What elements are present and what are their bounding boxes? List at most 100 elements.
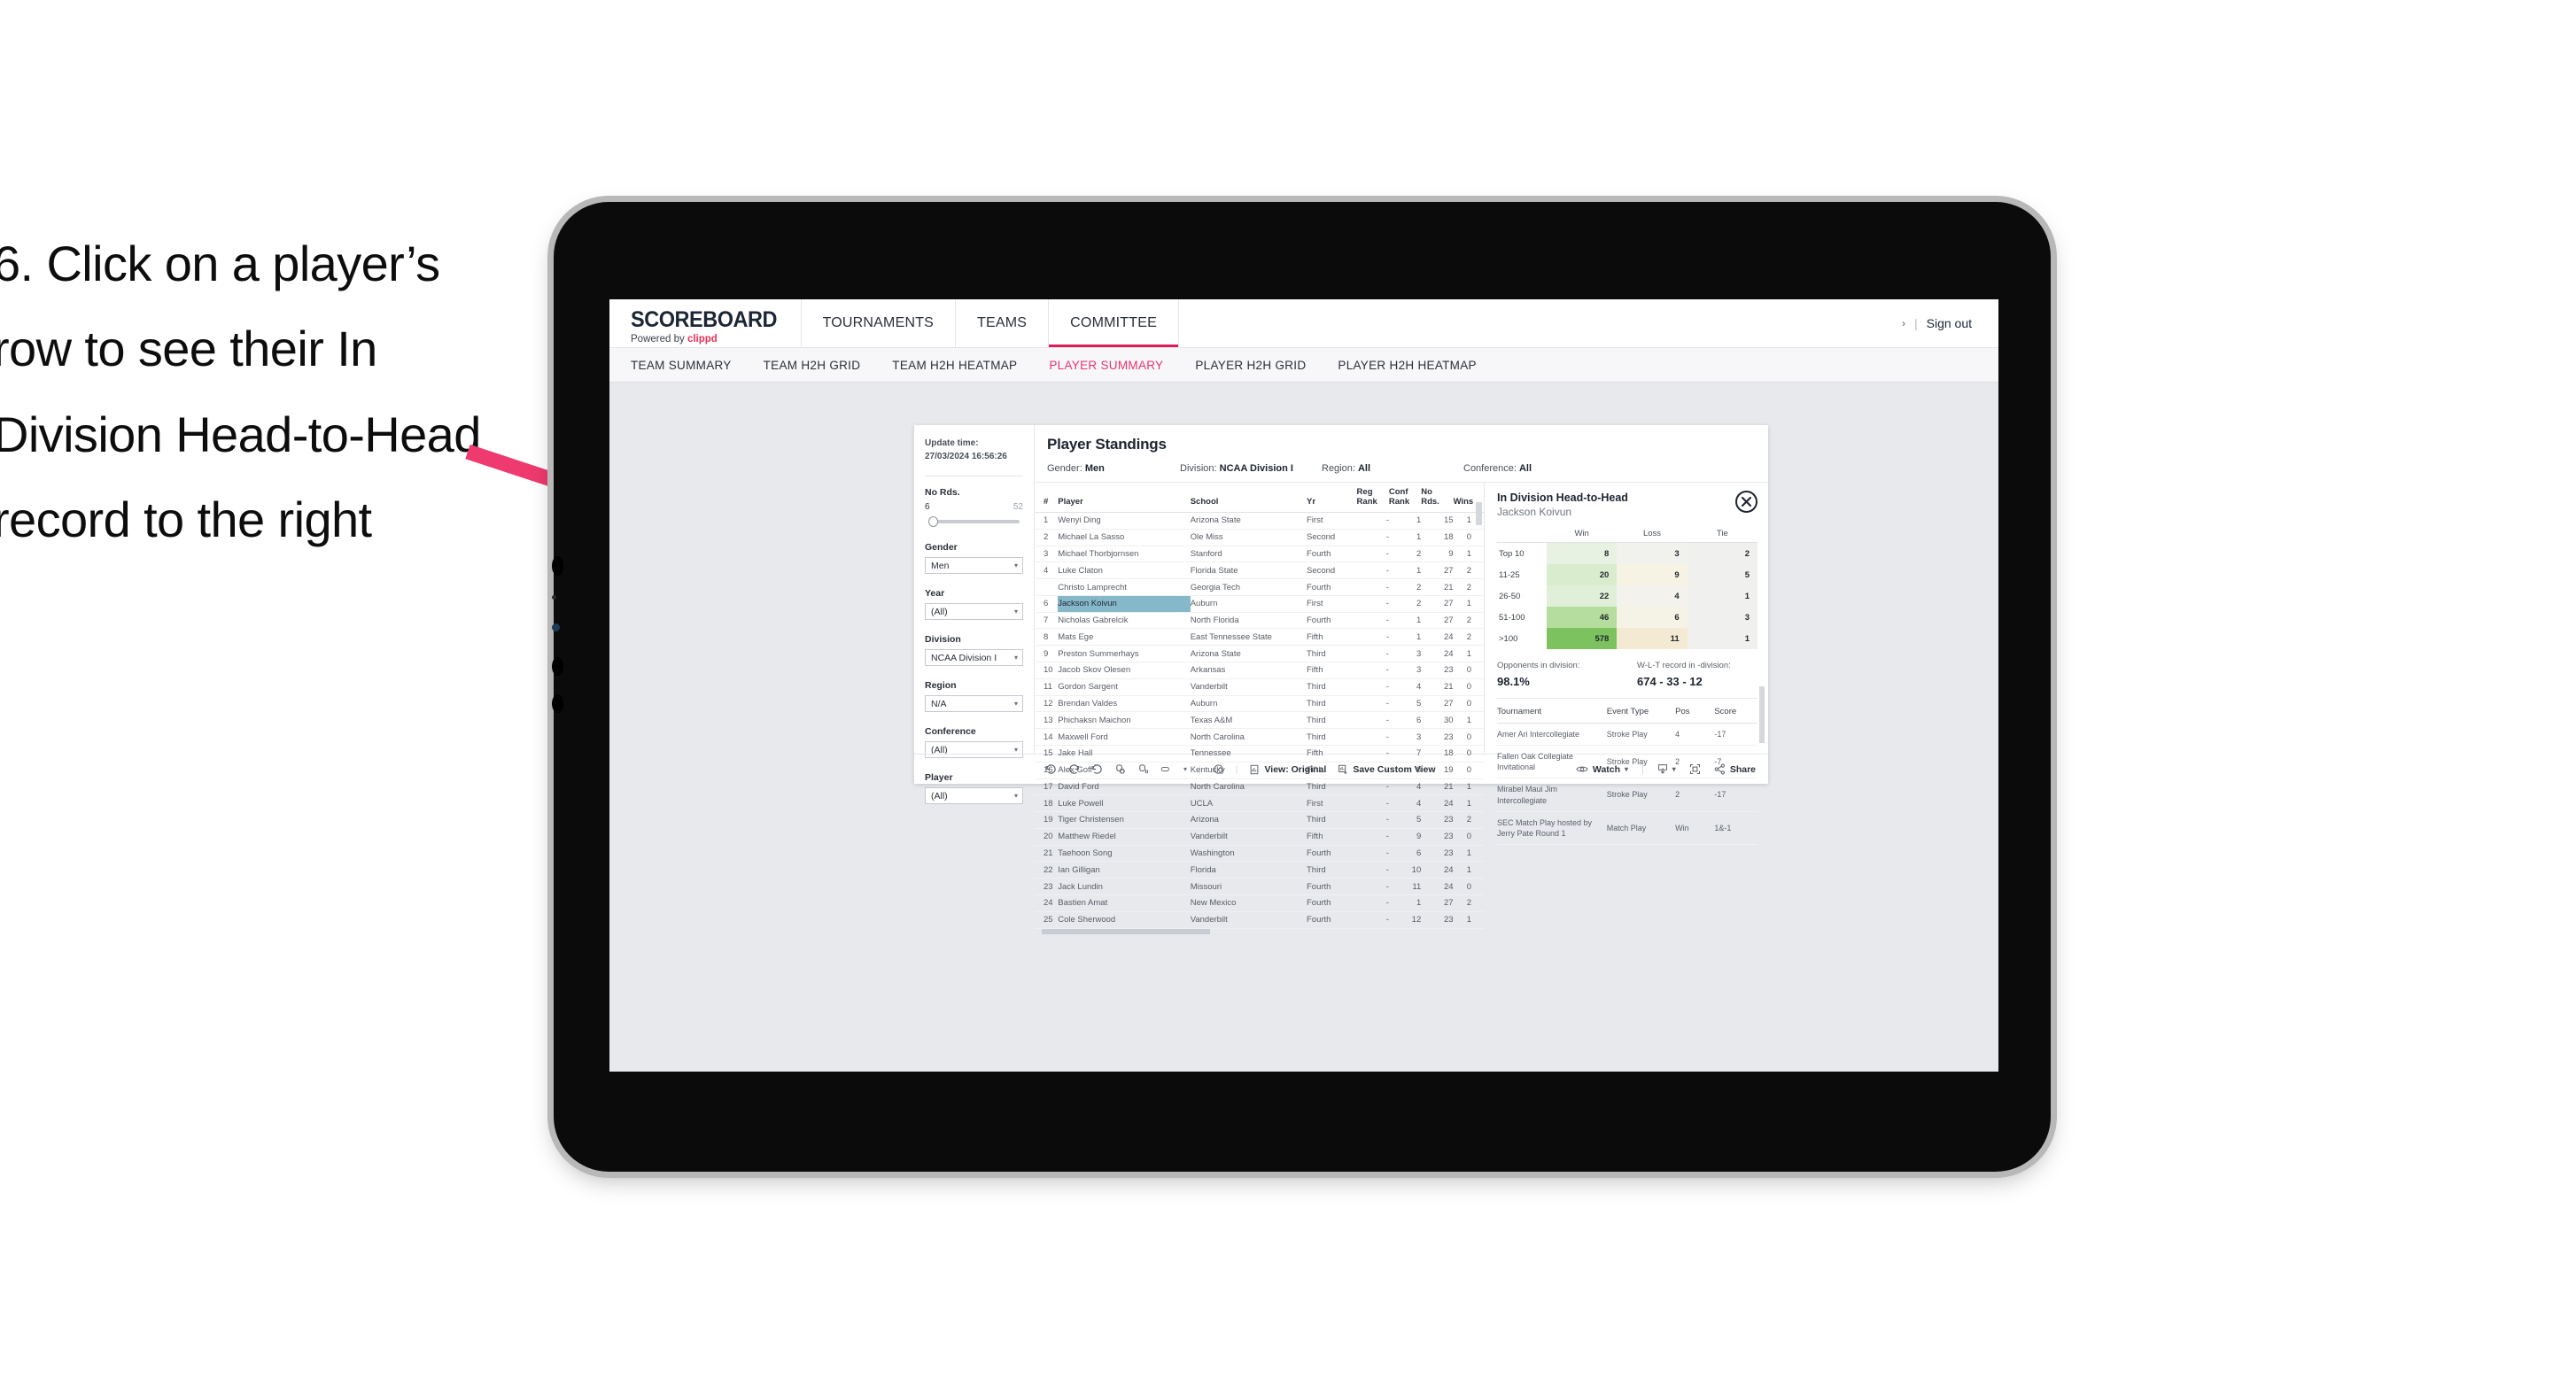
tournament-row[interactable]: Fallen Oak Collegiate Invitational Stroke… — [1497, 745, 1757, 779]
table-row[interactable]: 12 Brendan Valdes Auburn Third -5 27 0 — [1035, 695, 1484, 713]
cell-reg-rank: - — [1356, 728, 1389, 746]
brand-logo[interactable]: SCOREBOARD Powered by clippd — [609, 299, 801, 347]
table-row[interactable]: 22 Ian Gilligan Florida Third -10 24 1 — [1035, 861, 1484, 879]
cell-rank: 18 — [1035, 794, 1059, 813]
chevron-right-icon[interactable]: › — [1902, 317, 1905, 329]
cell-player: Luke Claton — [1058, 561, 1191, 580]
cell-conf-rank: 11 — [1388, 878, 1422, 895]
gender-select[interactable]: Men ▾ — [925, 557, 1023, 574]
col-event-type[interactable]: Event Type — [1606, 707, 1676, 724]
slider-range-labels: 6 52 — [925, 502, 1023, 512]
slider-knob[interactable] — [928, 516, 938, 527]
cell-reg-rank: - — [1356, 794, 1389, 813]
table-row[interactable]: 4 Luke Claton Florida State Second -1 27 2 — [1035, 561, 1484, 580]
table-row[interactable]: 18 Luke Powell UCLA First -4 24 1 — [1035, 794, 1484, 813]
no-rounds-slider[interactable] — [925, 515, 1023, 528]
cell-school: Florida State — [1190, 561, 1307, 580]
cell-reg-rank: - — [1356, 911, 1389, 929]
cell-reg-rank: - — [1356, 811, 1389, 829]
table-row[interactable]: 20 Matthew Riedel Vanderbilt Fifth -9 23 0 — [1035, 828, 1484, 846]
tab-team-h2h-grid[interactable]: TEAM H2H GRID — [764, 359, 861, 372]
col-no-rds[interactable]: No Rds. — [1421, 483, 1454, 513]
table-row[interactable]: 7 Nicholas Gabrelcik North Florida Fourth -1… — [1035, 612, 1484, 630]
detail-title: In Division Head-to-Head — [1497, 492, 1628, 504]
cell-yr: Fourth — [1307, 894, 1357, 912]
col-player[interactable]: Player — [1058, 483, 1191, 513]
detail-player-name: Jackson Koivun — [1497, 506, 1572, 518]
table-row[interactable]: 24 Bastien Amat New Mexico Fourth -1 27 2 — [1035, 894, 1484, 912]
cell-conf-rank: 5 — [1388, 695, 1422, 713]
cell-reg-rank: - — [1356, 745, 1389, 763]
h2h-tie-cell: 1 — [1687, 585, 1757, 607]
col-reg-rank[interactable]: Reg Rank — [1356, 483, 1389, 513]
division-select[interactable]: NCAA Division I ▾ — [925, 649, 1023, 666]
sign-out-link[interactable]: Sign out — [1927, 316, 1972, 330]
cell-yr: Fifth — [1307, 828, 1357, 846]
tournament-row[interactable]: SEC Match Play hosted by Jerry Pate Roun… — [1497, 811, 1757, 845]
table-row[interactable]: 23 Jack Lundin Missouri Fourth -11 24 0 — [1035, 878, 1484, 895]
tab-team-summary[interactable]: TEAM SUMMARY — [631, 359, 732, 372]
cell-no-rds: 19 — [1421, 762, 1454, 779]
table-row[interactable]: 17 David Ford North Carolina Third -4 21 1 — [1035, 778, 1484, 796]
chevron-down-icon: ▾ — [1013, 561, 1018, 569]
col-pos[interactable]: Pos — [1675, 707, 1715, 724]
col-tournament[interactable]: Tournament — [1497, 707, 1607, 724]
table-row[interactable]: 2 Michael La Sasso Ole Miss Second -1 18 0 — [1035, 529, 1484, 546]
tab-player-h2h-grid[interactable]: PLAYER H2H GRID — [1195, 359, 1306, 372]
cell-conf-rank: 8 — [1388, 762, 1422, 779]
cell-no-rds: 23 — [1421, 828, 1454, 846]
tab-player-summary[interactable]: PLAYER SUMMARY — [1049, 359, 1163, 372]
table-row[interactable]: Christo Lamprecht Georgia Tech Fourth -2 21 2 — [1035, 578, 1484, 596]
cell-player: Gordon Sargent — [1058, 678, 1191, 696]
table-row[interactable]: 3 Michael Thorbjornsen Stanford Fourth -2 9 1 — [1035, 546, 1484, 563]
table-row[interactable]: 15 Jake Hall Tennessee Fifth -7 18 0 — [1035, 745, 1484, 763]
filter-region-label: Region — [925, 680, 957, 691]
table-row[interactable]: 1 Wenyi Ding Arizona State First -1 15 1 — [1035, 512, 1484, 530]
cell-player: Luke Powell — [1058, 794, 1191, 813]
table-row[interactable]: 21 Taehoon Song Washington Fourth -6 23 1 — [1035, 845, 1484, 863]
close-icon[interactable] — [1735, 491, 1757, 513]
table-row[interactable]: 16 Alex Goff Kentucky Fifth -8 19 0 — [1035, 762, 1484, 779]
table-row[interactable]: 11 Gordon Sargent Vanderbilt Third -4 21 0 — [1035, 678, 1484, 696]
col-score[interactable]: Score — [1714, 707, 1757, 724]
tournament-scrollbar[interactable] — [1759, 686, 1765, 743]
filter-gender-label: Gender — [925, 542, 958, 553]
cell-conf-rank: 1 — [1388, 612, 1422, 630]
filters-panel: Update time: 27/03/2024 16:56:26 No Rds.… — [914, 425, 1035, 804]
cell-player: Jake Hall — [1058, 745, 1191, 763]
brand-sub-clippd: clippd — [687, 334, 718, 345]
h2h-loss-cell: 9 — [1617, 564, 1688, 585]
table-row[interactable]: 9 Preston Summerhays Arizona State Third -3 2… — [1035, 645, 1484, 663]
cell-conf-rank: 2 — [1388, 595, 1422, 613]
col-conf-rank[interactable]: Conf Rank — [1388, 483, 1422, 513]
table-row[interactable]: 19 Tiger Christensen Arizona Third -5 23 2 — [1035, 811, 1484, 829]
table-row[interactable]: 8 Mats Ege East Tennessee State Fifth -1 24 2 — [1035, 628, 1484, 647]
tournament-row[interactable]: Amer Ari Intercollegiate Stroke Play 4 -17 — [1497, 723, 1757, 747]
cell-tournament-name: Amer Ari Intercollegiate — [1497, 723, 1607, 747]
col-yr[interactable]: Yr — [1307, 483, 1357, 513]
cell-player: Bastien Amat — [1058, 894, 1191, 912]
nav-item-teams[interactable]: TEAMS — [955, 299, 1048, 347]
player-select[interactable]: (All) ▾ — [925, 787, 1023, 804]
scrollbar-thumb[interactable] — [1042, 928, 1210, 934]
h2h-tie-cell: 2 — [1687, 542, 1757, 564]
table-row[interactable]: 6 Jackson Koivun Auburn First -2 27 1 — [1035, 595, 1484, 613]
nav-item-tournaments[interactable]: TOURNAMENTS — [800, 299, 955, 347]
col-rank[interactable]: # — [1035, 483, 1059, 513]
table-row[interactable]: 25 Cole Sherwood Vanderbilt Fourth -12 23 1 — [1035, 911, 1484, 929]
cell-reg-rank: - — [1356, 662, 1389, 679]
cell-reg-rank: - — [1356, 628, 1389, 647]
tab-team-h2h-heatmap[interactable]: TEAM H2H HEATMAP — [892, 359, 1017, 372]
table-vertical-scrollbar[interactable] — [1476, 502, 1482, 525]
nav-item-committee[interactable]: COMMITTEE — [1048, 299, 1179, 347]
col-school[interactable]: School — [1190, 483, 1307, 513]
tournament-row[interactable]: Mirabel Maui Jim Intercollegiate Stroke P… — [1497, 778, 1757, 812]
table-row[interactable]: 14 Maxwell Ford North Carolina Third -3 23 0 — [1035, 728, 1484, 746]
cell-wins: 2 — [1453, 612, 1484, 630]
table-row[interactable]: 10 Jacob Skov Olesen Arkansas Fifth -3 23 0 — [1035, 662, 1484, 679]
tab-player-h2h-heatmap[interactable]: PLAYER H2H HEATMAP — [1338, 359, 1476, 372]
region-select[interactable]: N/A ▾ — [925, 695, 1023, 712]
table-header-row: # Player School Yr Reg Rank Conf Rank No Rd… — [1035, 483, 1484, 513]
table-row[interactable]: 13 Phichaksn Maichon Texas A&M Third -6 30 1 — [1035, 711, 1484, 730]
year-select[interactable]: (All) ▾ — [925, 603, 1023, 620]
